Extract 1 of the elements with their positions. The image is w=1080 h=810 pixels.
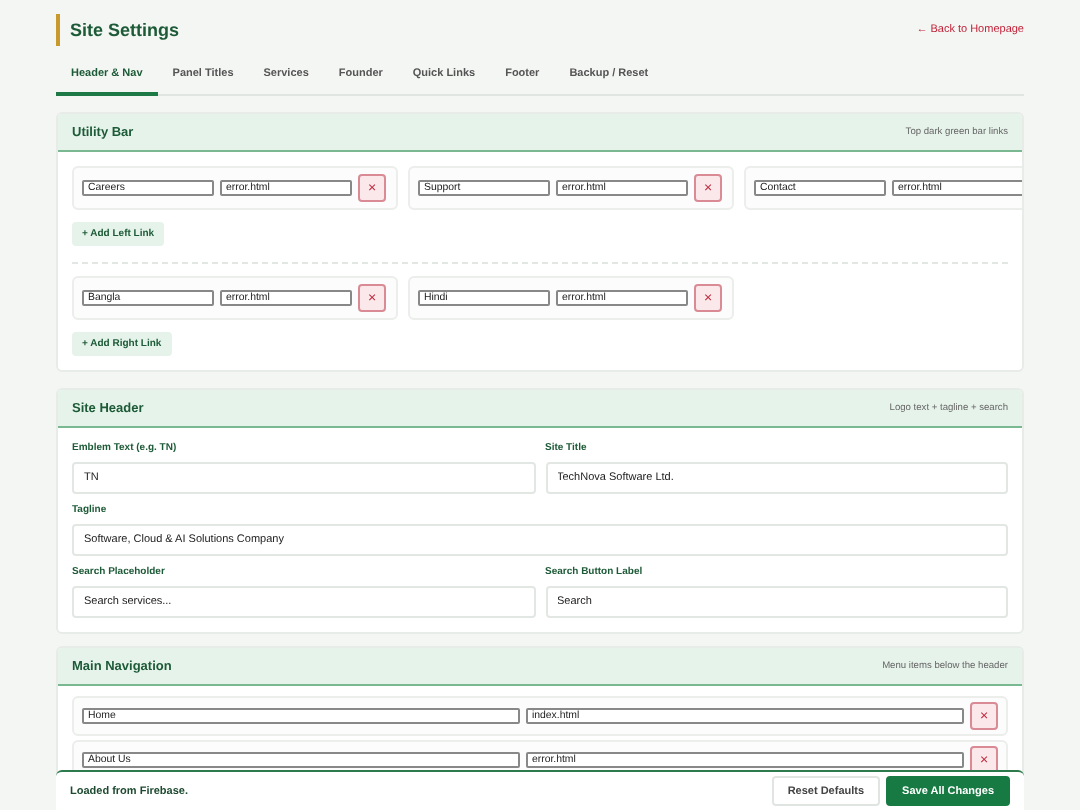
page-title: Site Settings: [56, 14, 180, 46]
